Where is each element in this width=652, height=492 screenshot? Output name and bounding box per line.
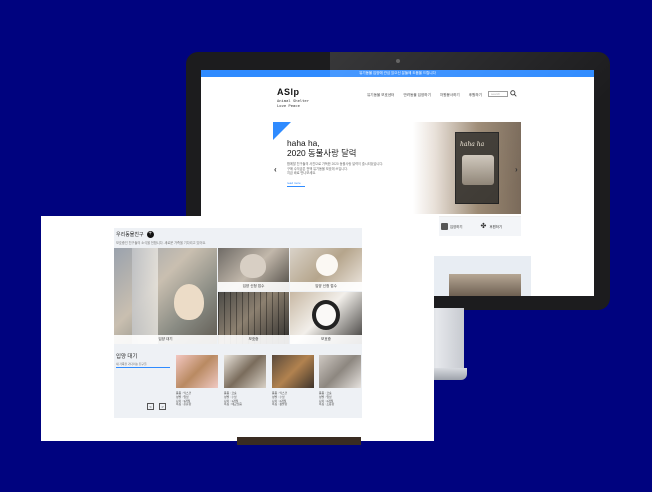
section-description: 보호중인 친구들의 소식을 전합니다. 새로운 가족을 기다리고 있어요. xyxy=(116,241,207,245)
tile-caption: 입양 신청 접수 xyxy=(218,282,289,291)
animal-friends-section: 우리동물친구 + 보호중인 친구들의 소식을 전합니다. 새로운 가족을 기다리… xyxy=(114,228,362,418)
hero-next-icon[interactable]: › xyxy=(515,165,518,174)
quick-link-donate[interactable]: ✤ 후원하기 xyxy=(480,223,501,230)
dog-figure xyxy=(312,300,340,330)
logo-tagline: Animal Shelter Love Peace xyxy=(277,98,310,108)
top-announcement-bar: 유기동물 입양에 관심 있으신 분들께 도움을 드립니다 xyxy=(201,70,594,77)
animal-photo xyxy=(224,355,266,388)
site-logo[interactable]: ASlp xyxy=(277,87,300,97)
animal-photo xyxy=(272,355,314,388)
animal-photo xyxy=(319,355,361,388)
tile-caption: 보호중 xyxy=(290,335,362,344)
hero-banner: haha ha, 2020 동물사랑 달력 함께할 친구들의 사진으로 가득한 … xyxy=(273,122,521,214)
nav-item-adopt[interactable]: 반려동물 입양하기 xyxy=(403,93,430,98)
plus-icon[interactable]: + xyxy=(146,231,154,238)
photo-tile[interactable]: 입양 신청 접수 xyxy=(290,248,362,291)
nav-item-shelter[interactable]: 유기동물 보호센터 xyxy=(367,93,394,98)
tile-caption: 입양 신청 접수 xyxy=(290,282,362,291)
section-title-text: 우리동물친구 xyxy=(116,232,144,238)
window-frame xyxy=(132,248,158,344)
animal-photo xyxy=(176,355,218,388)
photo-tile[interactable]: 보호중 xyxy=(218,292,289,344)
adopt-subtitle: 새 가족을 기다리는 친구들 xyxy=(116,362,147,366)
photo-tile[interactable]: 보호중 xyxy=(290,292,362,344)
animal-info: 품종 : 믹스견 성별 : 암컷 나이 : 3개월 특징 : 온순함 xyxy=(176,391,192,407)
screen-lower-photo xyxy=(449,274,521,296)
quick-link-donate-label: 후원하기 xyxy=(489,225,502,229)
animal-card[interactable]: 품종 : 믹스견 성별 : 수컷 나이 : 2개월 특징 : 활발함 xyxy=(272,355,314,415)
search-input[interactable]: search xyxy=(488,91,508,97)
adoption-waiting-section: 입양 대기 새 가족을 기다리는 친구들 < > 품종 : 믹스견 성별 : 암… xyxy=(114,350,362,418)
tile-caption: 입양 대기 xyxy=(114,335,217,344)
page-preview: 우리동물친구 + 보호중인 친구들의 소식을 전합니다. 새로운 가족을 기다리… xyxy=(41,216,434,441)
quick-links: 입양하기 ✤ 후원하기 xyxy=(439,216,521,236)
calendar-cat-photo xyxy=(462,155,494,185)
site-header: ASlp Animal Shelter Love Peace 유기동물 보호센터… xyxy=(201,77,594,117)
adopt-underline xyxy=(116,367,170,368)
animal-card[interactable]: 품종 : 믹스견 성별 : 암컷 나이 : 3개월 특징 : 온순함 xyxy=(176,355,218,415)
kitten-figure xyxy=(174,284,204,320)
next-arrow-button[interactable]: > xyxy=(159,403,166,410)
calendar-title: haha ha xyxy=(460,141,485,148)
hero-description: 함께할 친구들의 사진으로 가득한 2020 동물사랑 달력이 출시되었습니다.… xyxy=(287,162,384,176)
animal-card[interactable]: 품종 : 코숏 성별 : 수컷 나이 : 1개월 특징 : 애교많음 xyxy=(224,355,266,415)
animal-info: 품종 : 믹스견 성별 : 수컷 나이 : 2개월 특징 : 활발함 xyxy=(272,391,288,407)
read-more-link[interactable]: read more xyxy=(287,181,305,187)
puppy-figure xyxy=(316,254,338,276)
adopt-icon xyxy=(441,223,448,230)
cat-figure xyxy=(240,254,266,278)
section-title: 우리동물친구 + xyxy=(116,231,154,238)
photo-tile-large[interactable]: 입양 대기 xyxy=(114,248,217,344)
hero-title: haha ha, 2020 동물사랑 달력 xyxy=(287,138,357,158)
quick-link-adopt[interactable]: 입양하기 xyxy=(441,223,462,230)
nav-item-volunteer[interactable]: 자원봉사하기 xyxy=(440,93,460,98)
prev-arrow-button[interactable]: < xyxy=(147,403,154,410)
photo-tile[interactable]: 입양 신청 접수 xyxy=(218,248,289,291)
page-bottom-strip xyxy=(237,437,361,445)
search-icon[interactable] xyxy=(510,90,517,97)
nav-item-donate[interactable]: 후원하기 xyxy=(469,93,482,98)
donate-icon: ✤ xyxy=(480,223,487,230)
quick-link-adopt-label: 입양하기 xyxy=(450,225,463,229)
calendar-image: haha ha xyxy=(455,132,499,204)
animal-info: 품종 : 코숏 성별 : 암컷 나이 : 2개월 특징 : 조용함 xyxy=(319,391,335,407)
hero-prev-icon[interactable]: ‹ xyxy=(274,165,277,174)
camera-dot xyxy=(396,59,400,63)
tile-caption: 보호중 xyxy=(218,335,289,344)
main-nav: 유기동물 보호센터 반려동물 입양하기 자원봉사하기 후원하기 xyxy=(367,93,482,98)
animal-card[interactable]: 품종 : 코숏 성별 : 암컷 나이 : 2개월 특징 : 조용함 xyxy=(319,355,361,415)
animal-info: 품종 : 코숏 성별 : 수컷 나이 : 1개월 특징 : 애교많음 xyxy=(224,391,242,407)
adopt-title: 입양 대기 xyxy=(116,354,138,360)
